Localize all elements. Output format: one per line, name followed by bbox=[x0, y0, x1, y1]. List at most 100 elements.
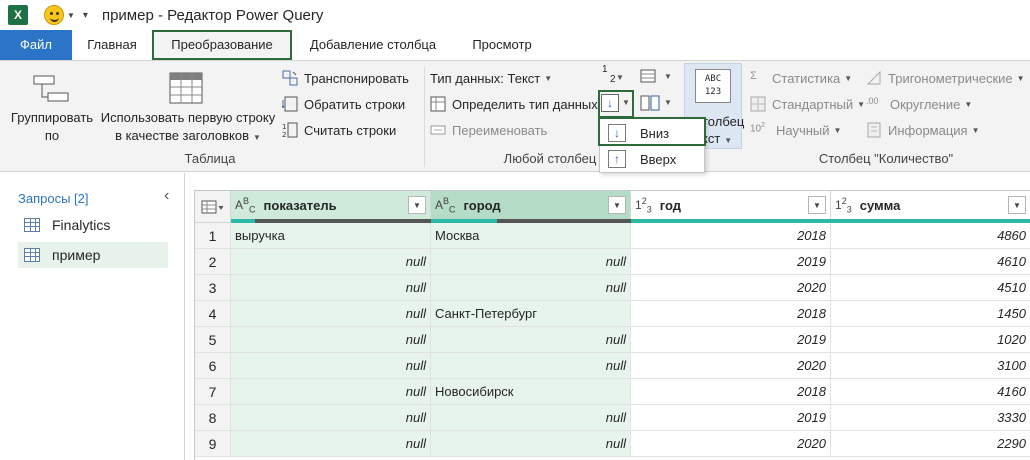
table-icon bbox=[24, 218, 40, 232]
row-number[interactable]: 2 bbox=[195, 249, 231, 275]
table-cell[interactable]: null bbox=[231, 275, 431, 301]
table-cell[interactable]: 1450 bbox=[831, 301, 1030, 327]
information-dropdown[interactable]: Информация ▼ bbox=[866, 119, 980, 141]
statistics-dropdown[interactable]: Σ Статистика ▼ bbox=[750, 67, 852, 89]
row-number[interactable]: 1 bbox=[195, 223, 231, 249]
sort-numeric-icon: 1 2 bbox=[602, 64, 616, 85]
data-grid: ABC показатель ▼ ABC город ▼ 123 год ▼ 1… bbox=[194, 190, 1030, 460]
fill-down-menu-item[interactable]: ↓ Вниз bbox=[600, 120, 704, 146]
row-number[interactable]: 7 bbox=[195, 379, 231, 405]
fill-down-icon[interactable]: ↓ bbox=[601, 94, 619, 112]
chevron-down-icon[interactable]: ▼ bbox=[664, 72, 672, 81]
svg-text:1: 1 bbox=[282, 123, 286, 131]
table-cell[interactable]: 4510 bbox=[831, 275, 1030, 301]
column-header-god[interactable]: 123 год ▼ bbox=[631, 191, 831, 219]
trigonometry-dropdown[interactable]: Тригонометрические ▼ bbox=[866, 67, 1025, 89]
tab-file[interactable]: Файл bbox=[0, 30, 72, 60]
table-cell[interactable]: 4610 bbox=[831, 249, 1030, 275]
table-cell[interactable]: 2020 bbox=[631, 275, 831, 301]
use-first-row-as-headers-button[interactable]: Использовать первую строку в качестве за… bbox=[96, 109, 280, 147]
transpose-icon bbox=[282, 70, 298, 86]
chevron-down-icon[interactable]: ▼ bbox=[622, 98, 630, 107]
group-by-button[interactable]: Группировать по bbox=[6, 109, 98, 145]
table-cell[interactable]: 2020 bbox=[631, 431, 831, 457]
row-number[interactable]: 8 bbox=[195, 405, 231, 431]
pivot-column-icon[interactable] bbox=[640, 69, 662, 86]
table-cell[interactable]: null bbox=[431, 405, 631, 431]
table-cell[interactable]: null bbox=[431, 327, 631, 353]
chevron-down-icon: ▼ bbox=[544, 73, 553, 83]
table-cell[interactable]: Новосибирск bbox=[431, 379, 631, 405]
table-cell[interactable]: 2019 bbox=[631, 405, 831, 431]
feedback-smiley-icon[interactable] bbox=[44, 5, 64, 25]
collapse-pane-icon[interactable]: ‹ bbox=[164, 187, 169, 205]
svg-text:2: 2 bbox=[282, 131, 286, 138]
detect-data-type-button[interactable]: Определить тип данных bbox=[430, 93, 598, 115]
reverse-rows-icon bbox=[281, 96, 298, 112]
data-type-dropdown[interactable]: Тип данных: Текст ▼ bbox=[430, 67, 552, 89]
filter-dropdown-icon[interactable]: ▼ bbox=[808, 196, 826, 214]
table-menu-button[interactable] bbox=[195, 191, 231, 223]
transpose-button[interactable]: Транспонировать bbox=[282, 67, 409, 89]
chevron-down-icon: ▼ bbox=[253, 133, 261, 142]
tab-view[interactable]: Просмотр bbox=[452, 30, 552, 60]
row-number[interactable]: 4 bbox=[195, 301, 231, 327]
row-number[interactable]: 3 bbox=[195, 275, 231, 301]
table-cell[interactable]: 2018 bbox=[631, 379, 831, 405]
tab-add-column[interactable]: Добавление столбца bbox=[296, 30, 450, 60]
table-cell[interactable]: выручка bbox=[231, 223, 431, 249]
table-cell[interactable]: null bbox=[231, 431, 431, 457]
table-cell[interactable]: null bbox=[231, 249, 431, 275]
quick-access-customize-icon[interactable]: ▾ bbox=[83, 10, 88, 21]
column-header-gorod[interactable]: ABC город ▼ bbox=[431, 191, 631, 219]
table-cell[interactable]: null bbox=[231, 327, 431, 353]
column-header-pokazatel[interactable]: ABC показатель ▼ bbox=[231, 191, 431, 219]
tab-home[interactable]: Главная bbox=[72, 30, 152, 60]
standard-dropdown[interactable]: Стандартный ▼ bbox=[750, 93, 865, 115]
chevron-down-icon[interactable]: ▼ bbox=[664, 98, 672, 107]
chevron-down-icon[interactable]: ▼ bbox=[67, 11, 75, 20]
table-cell[interactable]: 1020 bbox=[831, 327, 1030, 353]
table-cell[interactable]: 4860 bbox=[831, 223, 1030, 249]
table-cell[interactable]: null bbox=[231, 301, 431, 327]
table-cell[interactable]: null bbox=[231, 353, 431, 379]
table-cell[interactable]: null bbox=[431, 275, 631, 301]
table-cell[interactable]: Санкт-Петербург bbox=[431, 301, 631, 327]
detect-type-icon bbox=[430, 96, 446, 112]
table-cell[interactable]: null bbox=[231, 405, 431, 431]
table-cell[interactable]: null bbox=[431, 353, 631, 379]
count-rows-button[interactable]: 12 Считать строки bbox=[282, 119, 396, 141]
table-cell[interactable]: null bbox=[431, 431, 631, 457]
tab-transform[interactable]: Преобразование bbox=[153, 30, 291, 60]
filter-dropdown-icon[interactable]: ▼ bbox=[1008, 196, 1026, 214]
query-item-primer[interactable]: пример bbox=[18, 242, 168, 268]
table-cell[interactable]: null bbox=[231, 379, 431, 405]
table-cell[interactable]: 2019 bbox=[631, 327, 831, 353]
reverse-rows-button[interactable]: Обратить строки bbox=[281, 93, 405, 115]
table-cell[interactable]: 2018 bbox=[631, 223, 831, 249]
rename-button[interactable]: Переименовать bbox=[430, 119, 547, 141]
count-rows-icon: 12 bbox=[282, 122, 298, 139]
table-cell[interactable]: 2290 bbox=[831, 431, 1030, 457]
row-number[interactable]: 6 bbox=[195, 353, 231, 379]
filter-dropdown-icon[interactable]: ▼ bbox=[408, 196, 426, 214]
table-cell[interactable]: 2018 bbox=[631, 301, 831, 327]
chevron-down-icon: ▼ bbox=[833, 125, 842, 135]
table-cell[interactable]: Москва bbox=[431, 223, 631, 249]
table-cell[interactable]: 2019 bbox=[631, 249, 831, 275]
table-cell[interactable]: 4160 bbox=[831, 379, 1030, 405]
fill-up-menu-item[interactable]: ↑ Вверх bbox=[600, 146, 704, 172]
table-cell[interactable]: 3330 bbox=[831, 405, 1030, 431]
query-item-finalytics[interactable]: Finalytics bbox=[18, 212, 168, 238]
row-number[interactable]: 9 bbox=[195, 431, 231, 457]
chevron-down-icon[interactable]: ▼ bbox=[616, 73, 624, 82]
row-number[interactable]: 5 bbox=[195, 327, 231, 353]
table-cell[interactable]: 2020 bbox=[631, 353, 831, 379]
scientific-dropdown[interactable]: 102 Научный ▼ bbox=[750, 119, 841, 141]
filter-dropdown-icon[interactable]: ▼ bbox=[608, 196, 626, 214]
table-cell[interactable]: null bbox=[431, 249, 631, 275]
table-cell[interactable]: 3100 bbox=[831, 353, 1030, 379]
column-header-summa[interactable]: 123 сумма ▼ bbox=[831, 191, 1030, 219]
move-column-icon[interactable] bbox=[640, 95, 662, 114]
rounding-dropdown[interactable]: .00 Округление ▼ bbox=[866, 93, 972, 115]
